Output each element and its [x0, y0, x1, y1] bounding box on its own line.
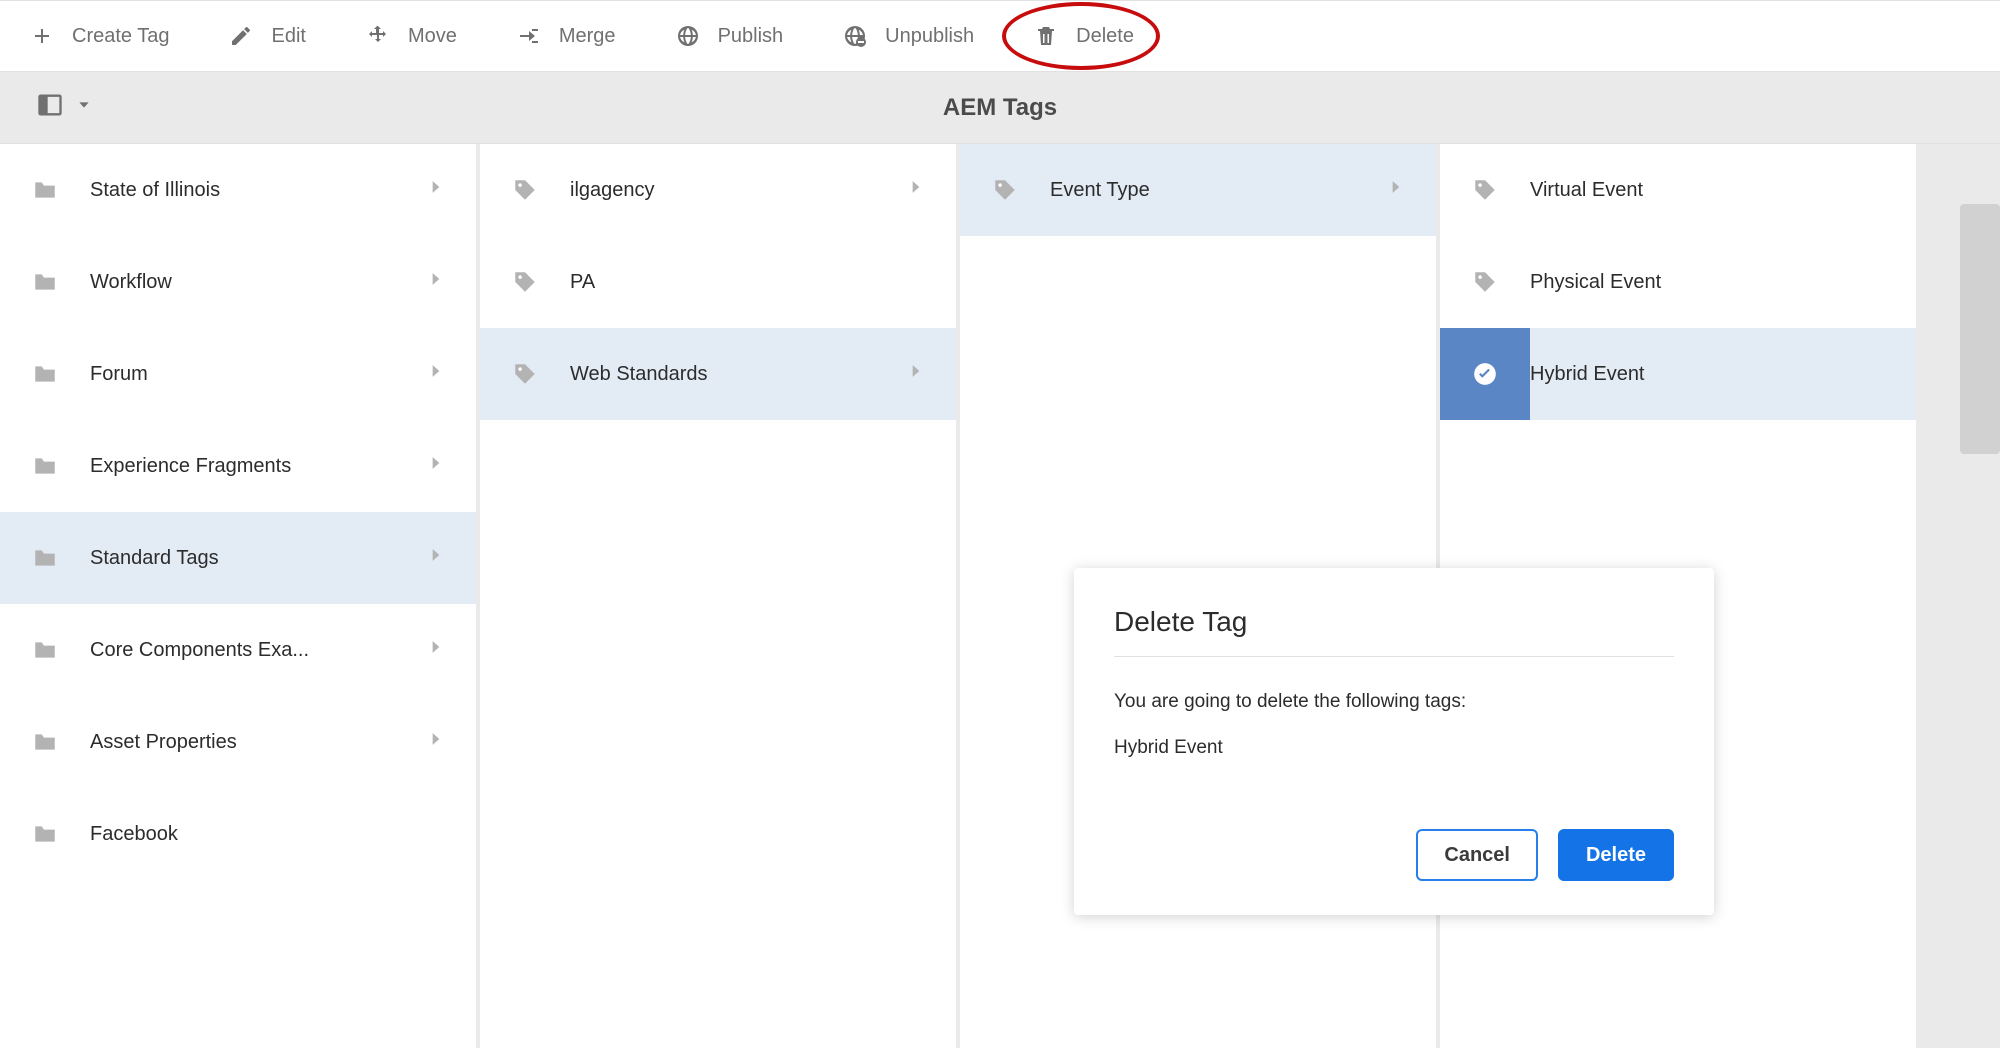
tag-row[interactable]: PA [480, 236, 956, 328]
folder-icon [0, 637, 90, 663]
chevron-right-icon [426, 729, 456, 755]
create-tag-label: Create Tag [72, 25, 169, 48]
tag-icon [480, 269, 570, 295]
check-icon [1440, 328, 1530, 420]
dialog-message: You are going to delete the following ta… [1114, 691, 1674, 713]
publish-button[interactable]: Publish [676, 24, 784, 48]
unpublish-label: Unpublish [885, 25, 974, 48]
tag-icon [480, 361, 570, 387]
secondary-bar: AEM Tags [0, 72, 2000, 144]
chevron-right-icon [426, 361, 456, 387]
chevron-right-icon [426, 269, 456, 295]
row-label: Forum [90, 363, 426, 386]
action-bar: Create Tag Edit Move Merge Publish Unpub… [0, 0, 2000, 72]
row-label: PA [570, 271, 906, 294]
tag-row[interactable]: Physical Event [1440, 236, 1916, 328]
row-label: Experience Fragments [90, 455, 426, 478]
tag-icon [480, 177, 570, 203]
rail-icon [36, 91, 64, 124]
merge-label: Merge [559, 25, 616, 48]
chevron-right-icon [426, 453, 456, 479]
trash-icon [1034, 24, 1058, 48]
folder-row[interactable]: Experience Fragments [0, 420, 476, 512]
cancel-button[interactable]: Cancel [1416, 829, 1538, 881]
column-0: State of Illinois Workflow Forum Experience… [0, 144, 480, 1048]
tag-icon [1440, 269, 1530, 295]
folder-icon [0, 269, 90, 295]
tag-row[interactable]: Web Standards [480, 328, 956, 420]
create-tag-button[interactable]: Create Tag [30, 24, 169, 48]
merge-icon [517, 24, 541, 48]
folder-row[interactable]: Core Components Exa... [0, 604, 476, 696]
confirm-label: Delete [1586, 844, 1646, 867]
unpublish-button[interactable]: Unpublish [843, 24, 974, 48]
edit-label: Edit [271, 25, 305, 48]
row-label: Facebook [90, 823, 426, 846]
move-icon [366, 24, 390, 48]
merge-button[interactable]: Merge [517, 24, 616, 48]
tag-row[interactable]: Event Type [960, 144, 1436, 236]
globe-minus-icon [843, 24, 867, 48]
view-switcher[interactable] [36, 91, 92, 124]
plus-icon [30, 24, 54, 48]
chevron-right-icon [906, 361, 936, 387]
folder-row[interactable]: Asset Properties [0, 696, 476, 788]
folder-row[interactable]: Facebook [0, 788, 476, 880]
chevron-down-icon [76, 97, 92, 118]
delete-button[interactable]: Delete [1034, 24, 1134, 48]
row-label: Standard Tags [90, 547, 426, 570]
tag-row[interactable]: ilgagency [480, 144, 956, 236]
folder-row[interactable]: Standard Tags [0, 512, 476, 604]
row-label: Workflow [90, 271, 426, 294]
folder-row[interactable]: State of Illinois [0, 144, 476, 236]
row-label: Physical Event [1530, 271, 1866, 294]
folder-icon [0, 453, 90, 479]
move-label: Move [408, 25, 457, 48]
column-browser: State of Illinois Workflow Forum Experience… [0, 144, 2000, 1048]
dialog-tag-name: Hybrid Event [1114, 737, 1674, 759]
move-button[interactable]: Move [366, 24, 457, 48]
scrollbar[interactable] [1960, 204, 2000, 454]
globe-icon [676, 24, 700, 48]
folder-icon [0, 177, 90, 203]
delete-tag-dialog: Delete Tag You are going to delete the f… [1074, 568, 1714, 915]
chevron-right-icon [426, 177, 456, 203]
folder-icon [0, 821, 90, 847]
publish-label: Publish [718, 25, 784, 48]
dialog-button-row: Cancel Delete [1114, 829, 1674, 881]
folder-icon [0, 361, 90, 387]
folder-icon [0, 729, 90, 755]
row-label: Core Components Exa... [90, 639, 426, 662]
dialog-title: Delete Tag [1114, 606, 1674, 638]
folder-icon [0, 545, 90, 571]
chevron-right-icon [426, 637, 456, 663]
dialog-divider [1114, 656, 1674, 657]
column-1: ilgagency PA Web Standards [480, 144, 960, 1048]
row-label: State of Illinois [90, 179, 426, 202]
chevron-right-icon [1386, 177, 1416, 203]
edit-button[interactable]: Edit [229, 24, 305, 48]
row-label: Hybrid Event [1530, 363, 1866, 386]
delete-label: Delete [1076, 25, 1134, 48]
row-label: Asset Properties [90, 731, 426, 754]
row-label: Event Type [1050, 179, 1386, 202]
row-label: Virtual Event [1530, 179, 1866, 202]
tag-row[interactable]: Hybrid Event [1440, 328, 1916, 420]
folder-row[interactable]: Workflow [0, 236, 476, 328]
edit-icon [229, 24, 253, 48]
tag-icon [960, 177, 1050, 203]
tag-row[interactable]: Virtual Event [1440, 144, 1916, 236]
chevron-right-icon [426, 545, 456, 571]
chevron-right-icon [906, 177, 936, 203]
row-label: Web Standards [570, 363, 906, 386]
folder-row[interactable]: Forum [0, 328, 476, 420]
confirm-delete-button[interactable]: Delete [1558, 829, 1674, 881]
page-title: AEM Tags [943, 94, 1057, 122]
cancel-label: Cancel [1444, 844, 1510, 867]
row-label: ilgagency [570, 179, 906, 202]
tag-icon [1440, 177, 1530, 203]
